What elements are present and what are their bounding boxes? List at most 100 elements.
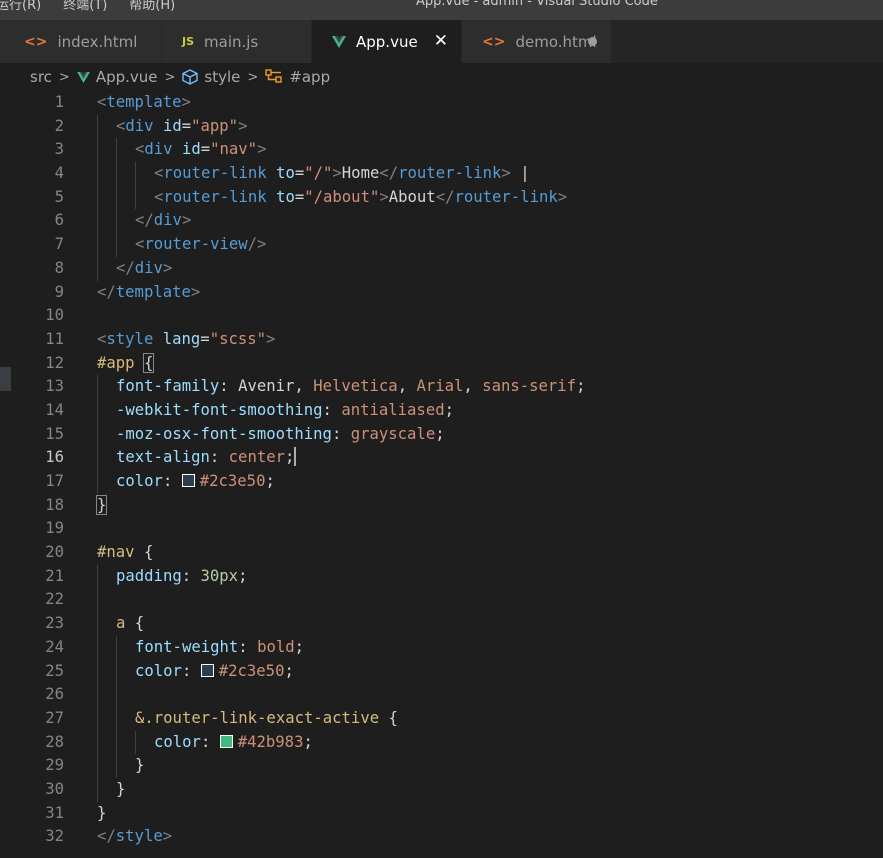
code-line: 30} (0, 777, 883, 802)
line-number: 28 (45, 732, 64, 751)
line-content: -webkit-font-smoothing: antialiased; (116, 400, 454, 419)
html-file-icon: <> (482, 33, 506, 50)
code-line: 15 -moz-osx-font-smoothing: grayscale; (0, 422, 883, 447)
tab-main-js[interactable]: JS main.js (162, 20, 312, 63)
code-line: 9 </template> (0, 281, 883, 305)
tab-index-html[interactable]: <> index.html (0, 20, 162, 63)
text-cursor (294, 447, 297, 467)
chevron-right-icon: > (247, 69, 259, 85)
line-number: 32 (45, 827, 64, 846)
color-swatch-icon[interactable] (181, 474, 195, 487)
code-line: 25 color: #2c3e50; (0, 659, 883, 684)
code-line: 3 <div id="nav"> (0, 138, 883, 163)
line-number: 14 (45, 400, 64, 419)
line-content: </style> (97, 827, 173, 846)
line-content: color: #2c3e50; (135, 661, 294, 680)
line-number: 29 (45, 756, 64, 775)
line-content: <router-view/> (135, 235, 267, 254)
line-content: -moz-osx-font-smoothing: grayscale; (116, 424, 445, 443)
code-line: 28 color: #42b983; (0, 730, 883, 755)
code-editor[interactable]: 1 <template> 2 <div id="app"> 3 <div id="na… (0, 91, 883, 858)
vue-file-icon (332, 35, 346, 48)
js-file-icon: JS (182, 35, 195, 48)
close-icon[interactable]: ✕ (434, 31, 448, 51)
breadcrumb-style[interactable]: style (204, 68, 240, 86)
code-line: 11 <style lang="scss"> (0, 328, 883, 352)
code-line: 7 <router-view/> (0, 233, 883, 257)
tab-demo-html[interactable]: <> demo.html (462, 20, 612, 63)
line-content: text-align: center; (116, 447, 297, 467)
line-content: color: #42b983; (154, 732, 313, 751)
line-content: } (95, 494, 108, 515)
line-number: 5 (54, 187, 64, 206)
menu-run[interactable]: 运行(R) (0, 0, 41, 13)
tab-label: demo.html (515, 32, 597, 51)
line-content: font-weight: bold; (135, 637, 305, 656)
line-content: #app { (97, 352, 155, 373)
line-number: 15 (45, 424, 64, 443)
tab-app-vue[interactable]: App.vue ✕ (312, 20, 462, 63)
line-content: <router-link to="/about">About</router-l… (154, 187, 568, 206)
line-number: 4 (54, 164, 64, 183)
unsaved-dot-icon[interactable] (588, 37, 597, 46)
code-line: 2 <div id="app"> (0, 114, 883, 139)
menu-help[interactable]: 帮助(H) (129, 0, 175, 13)
editor-tab-bar: <> index.html JS main.js App.vue ✕ <> de… (0, 20, 883, 63)
code-line: 24 font-weight: bold; (0, 635, 883, 660)
line-number: 24 (45, 637, 64, 656)
menu-terminal[interactable]: 终端(T) (63, 0, 107, 13)
line-number: 6 (54, 211, 64, 230)
breadcrumb-selector[interactable]: #app (289, 68, 330, 86)
line-content: &.router-link-exact-active { (135, 708, 398, 727)
code-line: 26 (0, 683, 883, 707)
line-number: 11 (45, 329, 64, 348)
code-line: 22 (0, 588, 883, 613)
line-content: } (97, 803, 107, 822)
code-line-current: 16 text-align: center; (0, 446, 883, 470)
code-line: 14 -webkit-font-smoothing: antialiased; (0, 398, 883, 423)
line-content: <template> (97, 93, 191, 111)
line-number: 7 (54, 235, 64, 254)
line-number: 13 (45, 377, 64, 396)
color-swatch-icon[interactable] (219, 734, 233, 748)
line-content: <div id="nav"> (135, 140, 267, 159)
tab-label: App.vue (356, 32, 418, 51)
code-line: 27 &.router-link-exact-active { (0, 706, 883, 731)
line-number: 12 (45, 353, 64, 372)
line-number: 26 (45, 685, 64, 704)
chevron-right-icon: > (164, 69, 176, 85)
code-line: 19 (0, 517, 883, 541)
line-content: <style lang="scss"> (97, 329, 276, 348)
window-title: App.vue - admin - Visual Studio Code (416, 0, 658, 9)
line-content: } (135, 756, 145, 775)
line-number: 8 (54, 258, 64, 277)
chevron-right-icon: > (58, 69, 70, 85)
line-number: 10 (45, 306, 64, 325)
line-content: </template> (97, 282, 201, 301)
line-content: font-family: Avenir, Helvetica, Arial, s… (116, 377, 586, 396)
code-line: 13 font-family: Avenir, Helvetica, Arial,… (0, 375, 883, 399)
code-line: 18} (0, 494, 883, 518)
code-line: 6 </div> (0, 209, 883, 234)
line-number: 22 (45, 590, 64, 609)
line-content: #nav { (97, 543, 154, 562)
color-swatch-icon[interactable] (200, 663, 214, 677)
line-content: </div> (116, 258, 173, 277)
breadcrumb-src[interactable]: src (30, 68, 52, 86)
line-number: 27 (45, 708, 64, 727)
code-line: 21 padding: 30px; (0, 564, 883, 589)
line-number: 17 (45, 472, 64, 490)
code-line: 32 </style> (0, 825, 883, 849)
tab-label: index.html (57, 32, 138, 51)
line-number: 25 (45, 661, 64, 680)
code-line: 10 (0, 304, 883, 328)
line-number: 2 (54, 116, 64, 135)
line-content: a { (116, 614, 145, 633)
line-content: } (116, 779, 126, 798)
line-number: 30 (45, 779, 64, 798)
line-number: 21 (45, 566, 64, 585)
line-content: color: #2c3e50; (116, 472, 275, 490)
code-line: 20 #nav { (0, 541, 883, 565)
line-number: 23 (45, 614, 64, 633)
breadcrumb-file[interactable]: App.vue (96, 68, 158, 86)
